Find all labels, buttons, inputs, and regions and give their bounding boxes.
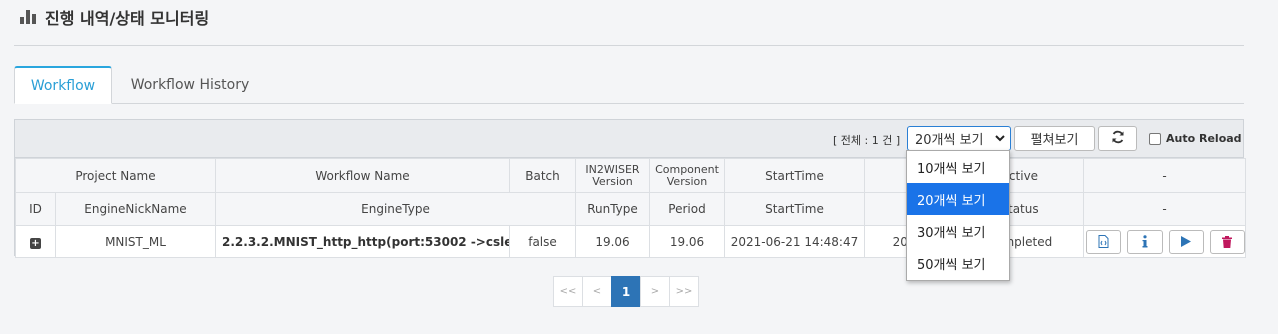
cell-engine-type: 2.2.3.2.MNIST_http_http(port:53002 ->csl… xyxy=(215,225,510,258)
col-actions-2: - xyxy=(1083,192,1246,226)
cell-period: 19.06 xyxy=(649,225,725,258)
col-id: ID xyxy=(15,192,56,226)
page-last-button[interactable]: >> xyxy=(669,276,699,307)
info-button[interactable] xyxy=(1127,229,1163,254)
table-toolbar: [ 전체 : 1 건 ] 20개씩 보기 펼쳐보기 Auto Reload xyxy=(15,120,1243,158)
col-batch: Batch xyxy=(509,158,576,193)
tab-bar: Workflow Workflow History xyxy=(14,66,1244,104)
page-prev-button[interactable]: < xyxy=(582,276,612,307)
page-title: 진행 내역/상태 모니터링 xyxy=(45,9,210,28)
page-first-button[interactable]: << xyxy=(553,276,583,307)
col-workflow-name: Workflow Name xyxy=(215,158,510,193)
page-size-dropdown: 10개씩 보기 20개씩 보기 30개씩 보기 50개씩 보기 xyxy=(906,150,1010,281)
auto-reload-toggle[interactable]: Auto Reload xyxy=(1149,132,1242,145)
col-run-type: RunType xyxy=(575,192,650,226)
cell-start-time: 2021-06-21 14:48:47 xyxy=(724,225,865,258)
auto-reload-checkbox[interactable] xyxy=(1149,132,1161,145)
info-icon xyxy=(1142,235,1148,248)
expand-button[interactable]: 펼쳐보기 xyxy=(1014,126,1095,151)
col-actions: - xyxy=(1083,158,1246,193)
col-start-time-2: StartTime xyxy=(724,192,865,226)
option-10[interactable]: 10개씩 보기 xyxy=(907,151,1009,183)
auto-reload-label: Auto Reload xyxy=(1166,132,1242,145)
page-header: 진행 내역/상태 모니터링 xyxy=(20,6,209,28)
tab-workflow[interactable]: Workflow xyxy=(14,66,112,104)
col-engine-type: EngineType xyxy=(215,192,576,226)
col-in2wiser-version: IN2WISER Version xyxy=(575,158,650,193)
col-engine-nick-name: EngineNickName xyxy=(55,192,216,226)
option-50[interactable]: 50개씩 보기 xyxy=(907,247,1009,279)
delete-button[interactable] xyxy=(1209,229,1245,254)
refresh-button[interactable] xyxy=(1098,126,1137,151)
play-icon xyxy=(1181,236,1192,247)
col-period: Period xyxy=(649,192,725,226)
cell-batch: false xyxy=(509,225,576,258)
page-size-select[interactable]: 20개씩 보기 xyxy=(907,126,1011,151)
pagination: << < 1 > >> xyxy=(553,276,699,307)
table-header-row: Project Name Workflow Name Batch IN2WISE… xyxy=(15,158,1246,193)
run-button[interactable] xyxy=(1168,229,1204,254)
page-next-button[interactable]: > xyxy=(640,276,670,307)
page-current-button[interactable]: 1 xyxy=(611,276,641,307)
chevron-down-icon xyxy=(995,131,1005,148)
refresh-icon xyxy=(1111,129,1125,148)
plus-icon[interactable]: + xyxy=(30,237,41,249)
page-size-value: 20개씩 보기 xyxy=(915,133,984,148)
col-component-version: Component Version xyxy=(649,158,725,193)
tab-workflow-history[interactable]: Workflow History xyxy=(126,66,254,104)
expand-row-cell[interactable]: + xyxy=(15,225,56,258)
total-count-label: [ 전체 : 1 건 ] xyxy=(833,134,901,147)
col-project-name: Project Name xyxy=(15,158,216,193)
table-row: + MNIST_ML 2.2.3.2.MNIST_http_http(port:… xyxy=(15,225,1246,258)
option-30[interactable]: 30개씩 보기 xyxy=(907,215,1009,247)
option-20[interactable]: 20개씩 보기 xyxy=(907,183,1009,215)
title-divider xyxy=(14,45,1244,46)
file-code-icon xyxy=(1098,235,1109,248)
workflow-table: Project Name Workflow Name Batch IN2WISE… xyxy=(15,158,1246,258)
cell-actions xyxy=(1083,225,1246,258)
trash-icon xyxy=(1222,235,1233,248)
table-subheader-row: ID EngineNickName EngineType RunType Per… xyxy=(15,192,1246,226)
cell-run-type: 19.06 xyxy=(575,225,650,258)
col-start-time: StartTime xyxy=(724,158,865,193)
cell-engine-nick-name: MNIST_ML xyxy=(55,225,216,258)
bar-chart-icon xyxy=(20,10,37,24)
workflow-panel: [ 전체 : 1 건 ] 20개씩 보기 펼쳐보기 Auto Reload Pr… xyxy=(14,119,1246,258)
view-code-button[interactable] xyxy=(1086,229,1122,254)
